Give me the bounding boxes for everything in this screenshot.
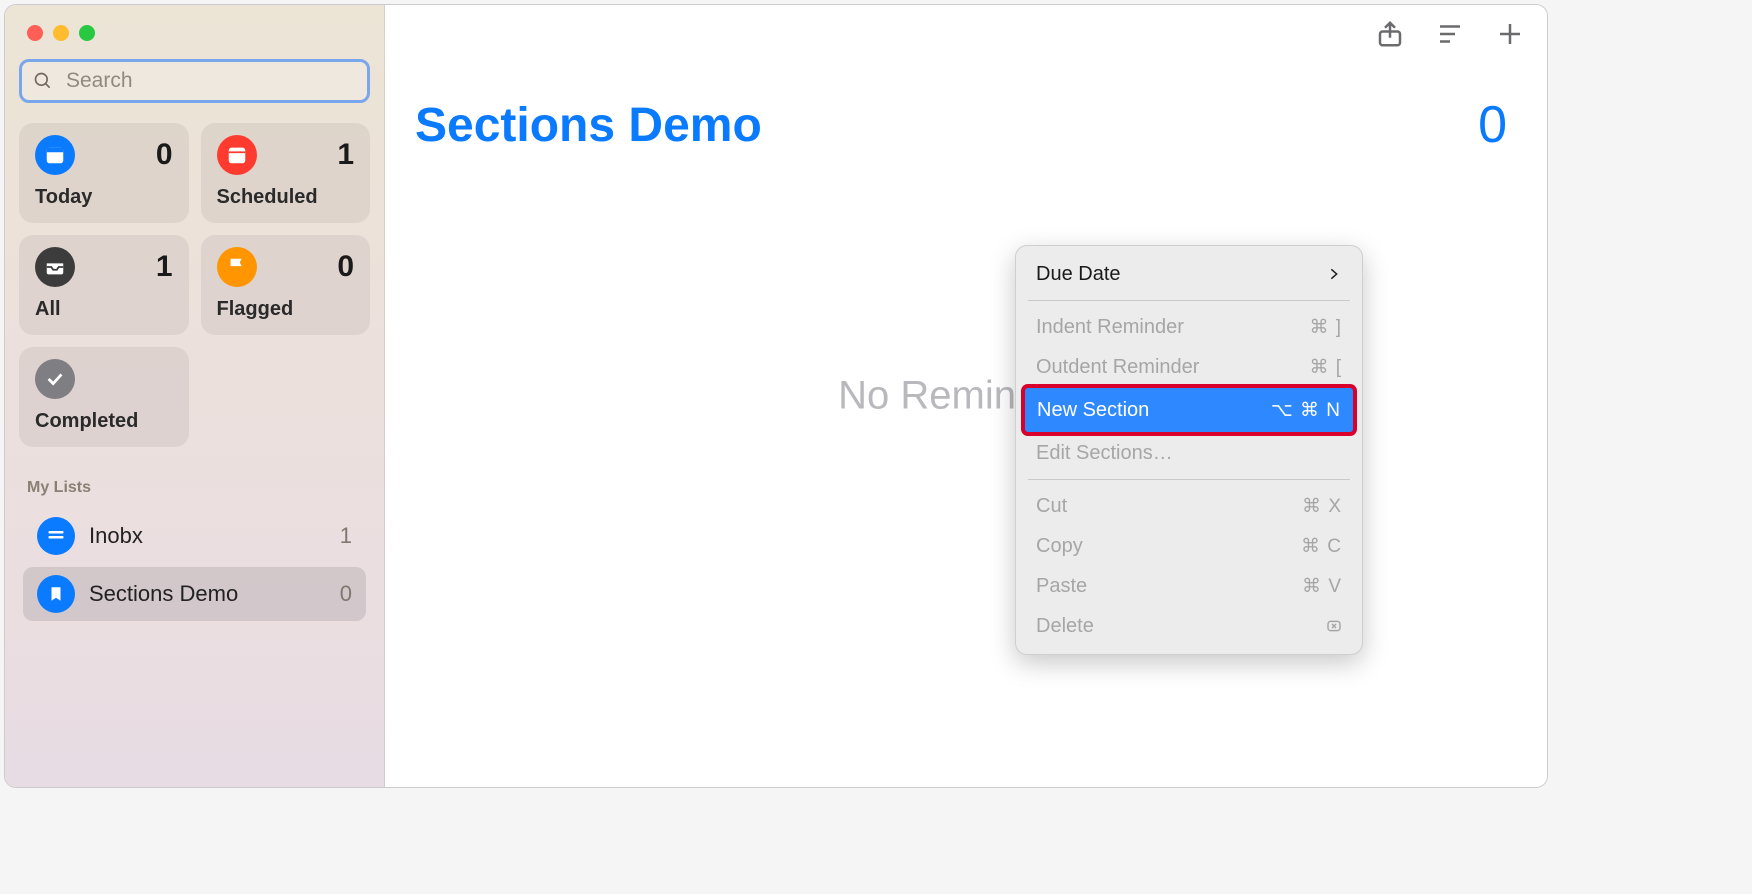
chevron-right-icon [1326,266,1342,282]
smart-count-scheduled: 1 [337,138,354,172]
menu-item-edit-sections: Edit Sections… [1024,433,1354,473]
list-count: 0 [340,581,352,607]
menu-label: Cut [1036,495,1067,518]
smart-label-scheduled: Scheduled [217,186,355,209]
view-options-button[interactable] [1435,19,1465,49]
menu-item-indent-reminder: Indent Reminder ⌘ ] [1024,307,1354,347]
list-item-sections-demo[interactable]: Sections Demo 0 [23,567,366,621]
sidebar: 0 Today 1 Scheduled 1 [5,5,385,787]
menu-item-due-date[interactable]: Due Date [1024,254,1354,294]
menu-label: Delete [1036,615,1094,638]
add-reminder-button[interactable] [1495,19,1525,49]
menu-item-new-section[interactable]: New Section ⌥ ⌘ N [1022,385,1356,435]
menu-label: New Section [1037,399,1149,422]
search-icon [33,71,53,91]
smart-label-today: Today [35,186,173,209]
list-lines-icon [1435,19,1465,49]
search-field-wrap [19,59,370,103]
list-bullet-icon [37,517,75,555]
menu-label: Paste [1036,575,1087,598]
window-controls [19,19,370,59]
app-window: 0 Today 1 Scheduled 1 [4,4,1548,788]
flag-icon [217,247,257,287]
menu-shortcut: ⌘ X [1302,495,1342,518]
share-button[interactable] [1375,19,1405,49]
smart-list-today[interactable]: 0 Today [19,123,189,223]
smart-count-flagged: 0 [337,250,354,284]
menu-label: Copy [1036,535,1083,558]
plus-icon [1495,19,1525,49]
toolbar [1375,19,1525,49]
smart-list-all[interactable]: 1 All [19,235,189,335]
list-count: 1 [340,523,352,549]
main-header: Sections Demo 0 [385,5,1547,155]
context-menu: Due Date Indent Reminder ⌘ ] Outdent Rem… [1015,245,1363,655]
close-window-button[interactable] [27,25,43,41]
menu-shortcut: ⌥ ⌘ N [1271,399,1341,422]
list-name: Inobx [89,523,326,549]
menu-item-copy: Copy ⌘ C [1024,526,1354,566]
smart-list-scheduled[interactable]: 1 Scheduled [201,123,371,223]
fullscreen-window-button[interactable] [79,25,95,41]
search-input[interactable] [19,59,370,103]
tray-icon [35,247,75,287]
smart-label-flagged: Flagged [217,298,355,321]
menu-separator [1028,300,1350,301]
menu-separator [1028,479,1350,480]
smart-lists-grid: 0 Today 1 Scheduled 1 [19,123,370,447]
menu-label: Indent Reminder [1036,316,1184,339]
bookmark-icon [37,575,75,613]
calendar-today-icon [35,135,75,175]
delete-icon [1326,618,1342,634]
list-name: Sections Demo [89,581,326,607]
share-icon [1375,19,1405,49]
menu-item-paste: Paste ⌘ V [1024,566,1354,606]
checkmark-icon [35,359,75,399]
menu-label: Due Date [1036,263,1121,286]
menu-shortcut: ⌘ ] [1309,316,1342,339]
menu-shortcut: ⌘ [ [1309,356,1342,379]
smart-count-all: 1 [156,250,173,284]
my-lists-header: My Lists [27,479,362,497]
list-title: Sections Demo [415,98,762,153]
list-total-count: 0 [1478,95,1507,155]
smart-label-completed: Completed [35,410,173,433]
smart-count-today: 0 [156,138,173,172]
menu-shortcut: ⌘ V [1302,575,1342,598]
calendar-icon [217,135,257,175]
smart-label-all: All [35,298,173,321]
smart-list-flagged[interactable]: 0 Flagged [201,235,371,335]
smart-list-completed[interactable]: Completed [19,347,189,447]
minimize-window-button[interactable] [53,25,69,41]
menu-item-outdent-reminder: Outdent Reminder ⌘ [ [1024,347,1354,387]
main-content: Sections Demo 0 No Reminders Due Date In… [385,5,1547,787]
menu-label: Outdent Reminder [1036,356,1199,379]
menu-label: Edit Sections… [1036,442,1173,465]
menu-item-delete: Delete [1024,606,1354,646]
menu-shortcut: ⌘ C [1301,535,1342,558]
list-item-inobx[interactable]: Inobx 1 [23,509,366,563]
menu-item-cut: Cut ⌘ X [1024,486,1354,526]
